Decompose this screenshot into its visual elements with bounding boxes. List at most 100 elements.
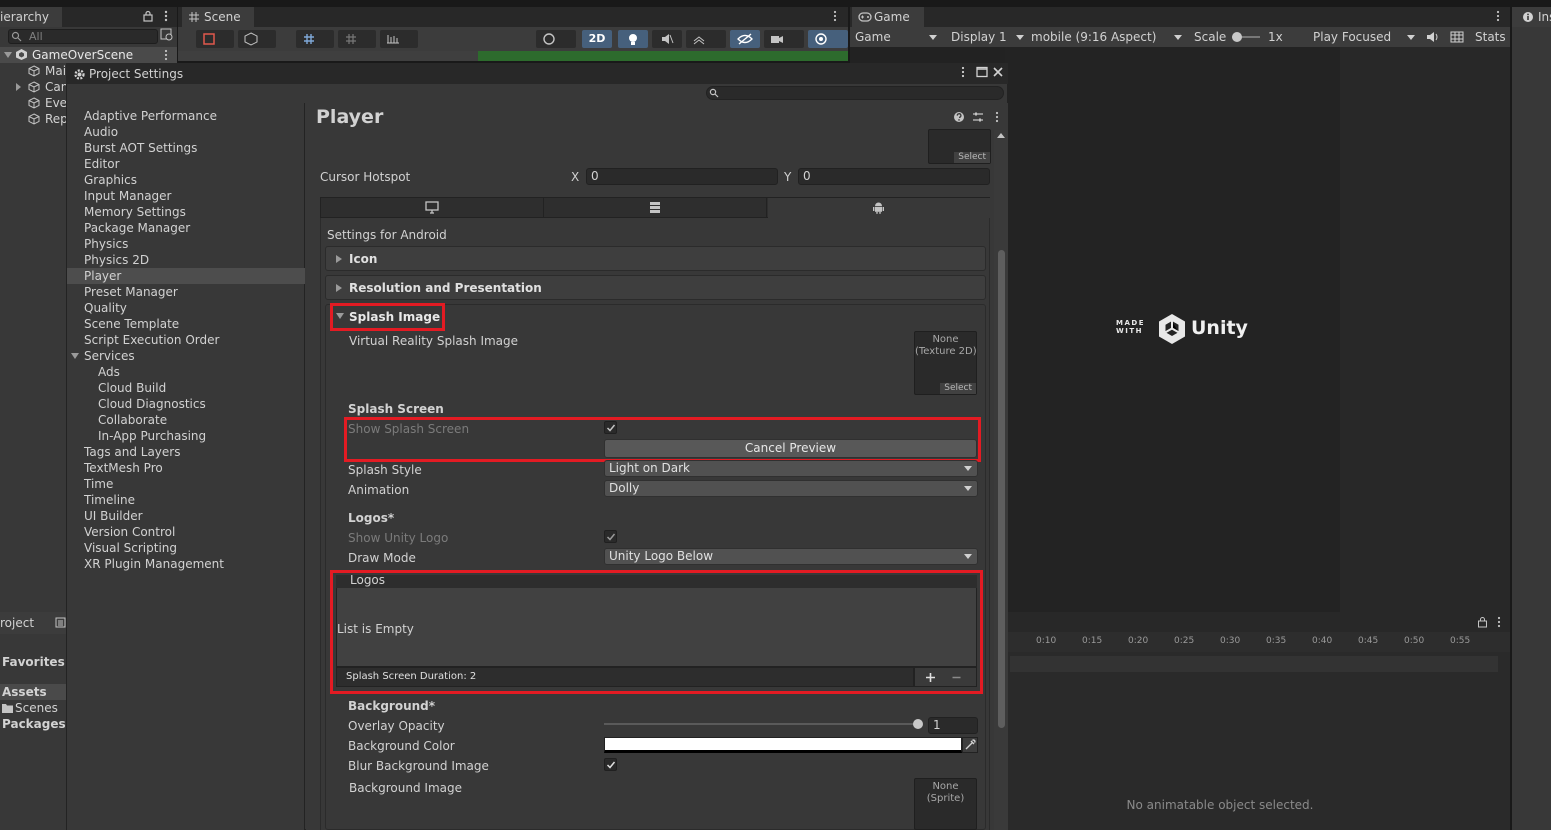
hierarchy-add-icon[interactable] <box>160 28 174 44</box>
scrollbar-thumb[interactable] <box>998 250 1005 728</box>
hierarchy-search-input[interactable]: All <box>8 29 158 44</box>
overlay-opacity-thumb[interactable] <box>913 719 923 729</box>
nav-item-script-execution-order[interactable]: Script Execution Order <box>84 332 219 348</box>
toggle-2d-button[interactable]: 2D <box>582 30 612 48</box>
nav-item-adaptive-performance[interactable]: Adaptive Performance <box>84 108 217 124</box>
project-settings-titlebar[interactable] <box>66 63 1008 84</box>
stats-button[interactable]: Stats <box>1475 27 1506 47</box>
inspector-tab[interactable]: Ins <box>1512 7 1551 27</box>
grid-snap-button[interactable] <box>296 30 334 48</box>
background-image-slot[interactable]: None (Sprite) <box>914 778 977 830</box>
help-icon[interactable] <box>953 111 965 123</box>
hierarchy-item[interactable]: Eve <box>0 95 70 111</box>
snap-increment-button[interactable] <box>338 30 376 48</box>
cursor-texture-slot[interactable]: Select <box>928 129 991 164</box>
kebab-menu-icon[interactable] <box>160 10 172 22</box>
maximize-icon[interactable] <box>976 66 988 78</box>
nav-item-cloud-diagnostics[interactable]: Cloud Diagnostics <box>98 396 206 412</box>
nav-item-memory-settings[interactable]: Memory Settings <box>84 204 186 220</box>
lock-icon[interactable] <box>142 10 154 22</box>
hierarchy-item[interactable]: Rep <box>0 111 70 127</box>
aspect-dropdown[interactable]: mobile (9:16 Aspect) <box>1031 27 1186 47</box>
nav-item-ui-builder[interactable]: UI Builder <box>84 508 143 524</box>
draw-mode-dropdown[interactable]: Unity Logo Below <box>604 548 978 565</box>
hierarchy-item[interactable]: Mai <box>0 63 70 79</box>
camera-button[interactable] <box>764 30 804 48</box>
overlay-opacity-field[interactable]: 1 <box>928 717 978 734</box>
timeline-ruler[interactable] <box>1005 632 1510 652</box>
nav-item-physics[interactable]: Physics <box>84 236 128 252</box>
nav-item-cloud-build[interactable]: Cloud Build <box>98 380 166 396</box>
nav-item-audio[interactable]: Audio <box>84 124 118 140</box>
align-button[interactable] <box>380 30 418 48</box>
nav-item-ads[interactable]: Ads <box>98 364 120 380</box>
nav-item-visual-scripting[interactable]: Visual Scripting <box>84 540 177 556</box>
nav-item-in-app-purchasing[interactable]: In-App Purchasing <box>98 428 206 444</box>
nav-item-player[interactable]: Player <box>84 268 121 284</box>
select-button[interactable]: Select <box>954 152 990 163</box>
nav-item-version-control[interactable]: Version Control <box>84 524 175 540</box>
tab-android[interactable] <box>768 198 990 218</box>
kebab-menu-icon[interactable] <box>993 111 1001 123</box>
gizmos-button[interactable] <box>808 30 848 48</box>
scene-tab[interactable]: Scene <box>182 7 254 27</box>
nav-item-preset-manager[interactable]: Preset Manager <box>84 284 178 300</box>
splash-style-dropdown[interactable]: Light on Dark <box>604 460 978 477</box>
nav-item-physics-2d[interactable]: Physics 2D <box>84 252 149 268</box>
scale-slider-thumb[interactable] <box>1232 32 1242 42</box>
game-tab[interactable]: Game <box>852 7 924 27</box>
console-icon[interactable] <box>55 617 66 628</box>
blur-background-checkbox[interactable] <box>604 758 617 771</box>
packages-label[interactable]: Packages <box>2 716 66 732</box>
render-mode-button[interactable] <box>238 30 276 48</box>
select-button[interactable]: Select <box>940 383 976 394</box>
expand-arrow-icon[interactable] <box>71 353 79 359</box>
nav-item-burst-aot[interactable]: Burst AOT Settings <box>84 140 197 156</box>
scroll-up-icon[interactable] <box>997 133 1005 138</box>
eyedropper-icon[interactable] <box>962 737 978 753</box>
audio-toggle-icon[interactable] <box>652 30 682 48</box>
lighting-toggle-icon[interactable] <box>618 30 648 48</box>
cursor-hotspot-x-field[interactable]: 0 <box>586 168 778 185</box>
game-menu-icon[interactable] <box>1494 10 1502 22</box>
kebab-menu-icon[interactable] <box>959 66 967 78</box>
cursor-hotspot-y-field[interactable]: 0 <box>798 168 990 185</box>
hierarchy-item[interactable]: Can <box>0 79 70 95</box>
nav-item-textmesh-pro[interactable]: TextMesh Pro <box>84 460 163 476</box>
favorites-label[interactable]: Favorites <box>2 654 65 670</box>
tab-server[interactable] <box>545 198 767 218</box>
nav-item-quality[interactable]: Quality <box>84 300 127 316</box>
lock-icon[interactable] <box>1477 616 1488 628</box>
vr-splash-slot[interactable]: None (Texture 2D) Select <box>914 331 977 395</box>
scene-view[interactable] <box>478 51 848 61</box>
nav-item-timeline[interactable]: Timeline <box>84 492 135 508</box>
nav-item-xr-plugin-management[interactable]: XR Plugin Management <box>84 556 224 572</box>
nav-item-graphics[interactable]: Graphics <box>84 172 137 188</box>
nav-item-package-manager[interactable]: Package Manager <box>84 220 190 236</box>
scene-menu-icon[interactable] <box>831 10 839 22</box>
gizmo-grid-icon[interactable] <box>1450 30 1464 44</box>
hidden-objects-icon[interactable] <box>730 30 760 48</box>
gizmo-shading-button[interactable] <box>536 30 576 48</box>
assets-row[interactable]: Assets <box>0 684 66 700</box>
settings-search-input[interactable] <box>706 86 1004 100</box>
scene-menu-icon[interactable] <box>162 49 170 61</box>
display-dropdown[interactable]: Display 1 <box>951 27 1026 47</box>
resolution-foldout[interactable]: Resolution and Presentation <box>325 275 986 300</box>
kebab-menu-icon[interactable] <box>1495 616 1503 628</box>
nav-item-scene-template[interactable]: Scene Template <box>84 316 179 332</box>
expand-arrow-icon[interactable] <box>16 83 21 91</box>
expand-arrow-icon[interactable] <box>4 52 12 58</box>
nav-item-tags-and-layers[interactable]: Tags and Layers <box>84 444 180 460</box>
overlay-opacity-slider[interactable] <box>604 723 919 725</box>
close-icon[interactable] <box>992 66 1004 78</box>
game-view-dropdown[interactable]: Game <box>855 27 940 47</box>
nav-item-services[interactable]: Services <box>84 348 135 364</box>
background-color-swatch[interactable] <box>604 737 962 753</box>
effects-button[interactable] <box>686 30 726 48</box>
icon-foldout[interactable]: Icon <box>325 246 986 271</box>
nav-item-editor[interactable]: Editor <box>84 156 120 172</box>
hierarchy-tab[interactable]: ierarchy <box>0 7 62 27</box>
hierarchy-scene-row[interactable]: GameOverScene <box>0 47 177 63</box>
tab-standalone[interactable] <box>321 198 544 218</box>
